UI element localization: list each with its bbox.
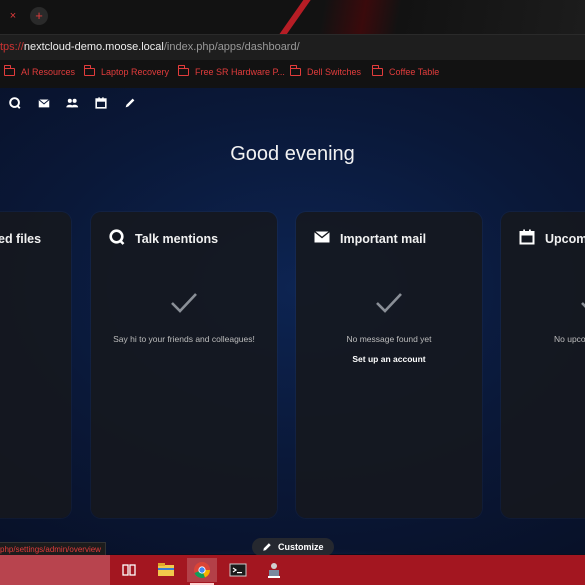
bookmark-label: Free SR Hardware P... <box>195 67 285 77</box>
notes-icon[interactable] <box>123 96 137 110</box>
url-path: /index.php/apps/dashboard/ <box>163 41 300 53</box>
file-explorer-icon <box>158 563 174 576</box>
task-view-button[interactable] <box>114 558 144 582</box>
talk-icon[interactable] <box>8 96 22 110</box>
customize-label: Customize <box>278 542 324 552</box>
bookmark-label: Coffee Table <box>389 67 440 77</box>
terminal-icon <box>229 563 247 577</box>
mail-icon <box>314 230 330 243</box>
pencil-icon <box>263 543 271 551</box>
url-scheme: tps:// <box>0 41 24 53</box>
url-text[interactable]: tps://nextcloud-demo.moose.local/index.p… <box>0 41 300 53</box>
widget-talk-mentions: Talk mentions Say hi to your friends and… <box>91 212 277 518</box>
folder-icon <box>83 65 95 76</box>
url-host: nextcloud-demo.moose.local <box>23 41 164 53</box>
bookmark-coffee-table[interactable]: Coffee Table <box>371 65 440 77</box>
setup-account-link[interactable]: Set up an account <box>296 354 482 364</box>
folder-icon <box>177 65 189 76</box>
folder-icon <box>371 65 383 76</box>
terminal-button[interactable] <box>223 558 253 582</box>
checkmark-icon <box>171 293 197 313</box>
widget-empty-text: No message found yet <box>346 334 432 344</box>
tab-strip: × + <box>0 0 585 34</box>
customize-button[interactable]: Customize <box>252 538 334 556</box>
chrome-icon <box>194 562 210 579</box>
widget-title: Upcom <box>545 232 585 246</box>
widget-important-mail: Important mail No message found yet Set … <box>296 212 482 518</box>
bookmarks-bar: AI Resources Laptop Recovery Free SR Har… <box>0 60 585 89</box>
greeting-title: Good evening <box>230 143 355 165</box>
taskbar <box>0 555 585 585</box>
chrome-button[interactable] <box>187 558 217 585</box>
file-explorer-button[interactable] <box>151 558 181 582</box>
new-tab-button[interactable]: + <box>30 7 48 25</box>
talk-icon <box>109 229 125 245</box>
widget-upcoming-events: Upcom No upco <box>501 212 585 518</box>
checkmark-icon <box>376 293 402 313</box>
widget-title: Talk mentions <box>135 232 219 246</box>
bookmark-label: AI Resources <box>21 67 76 77</box>
calendar-icon <box>519 229 535 245</box>
widget-title: Important mail <box>340 232 427 246</box>
bookmark-label: Laptop Recovery <box>101 67 170 77</box>
folder-icon <box>289 65 301 76</box>
calendar-icon[interactable] <box>94 96 108 110</box>
user-app-button[interactable] <box>259 558 289 582</box>
mail-icon[interactable] <box>37 96 51 110</box>
checkmark-icon <box>581 302 585 308</box>
widget-empty-text: No upco <box>554 334 585 344</box>
dashboard-page: Good evening ed files Talk mentions Say … <box>0 88 585 554</box>
bookmark-laptop-recovery[interactable]: Laptop Recovery <box>83 65 170 77</box>
bookmark-label: Dell Switches <box>307 67 362 77</box>
widget-recent-files: ed files <box>0 212 71 518</box>
tab-close-button[interactable]: × <box>6 9 20 23</box>
bookmark-dell-switches[interactable]: Dell Switches <box>289 65 362 77</box>
widget-title: ed files <box>0 232 42 246</box>
widget-empty-text: Say hi to your friends and colleagues! <box>113 334 255 344</box>
address-bar[interactable]: tps://nextcloud-demo.moose.local/index.p… <box>0 34 585 62</box>
task-view-icon <box>122 564 136 576</box>
bookmark-free-sr-hardware[interactable]: Free SR Hardware P... <box>177 65 285 77</box>
taskbar-search-box[interactable] <box>0 555 110 585</box>
user-app-icon <box>268 563 280 578</box>
contacts-icon[interactable] <box>65 96 79 110</box>
folder-icon <box>3 65 15 76</box>
bookmark-ai-resources[interactable]: AI Resources <box>3 65 76 77</box>
app-navbar <box>0 88 585 118</box>
